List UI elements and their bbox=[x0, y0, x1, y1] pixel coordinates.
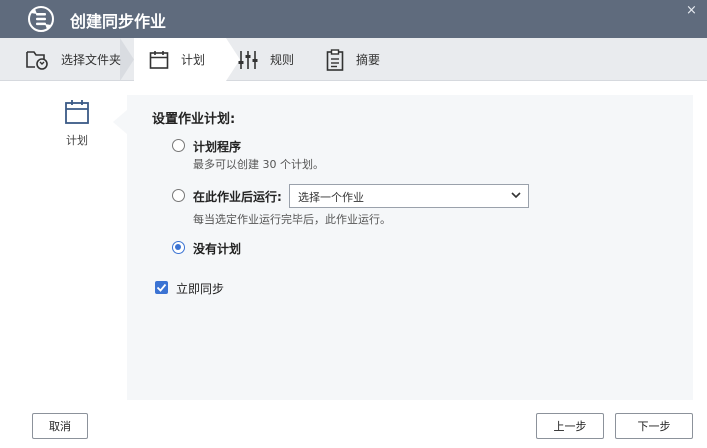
step-schedule: 计划 bbox=[149, 38, 205, 81]
folder-sync-icon bbox=[26, 50, 48, 70]
side-nav-label: 计划 bbox=[66, 134, 88, 147]
scheduler-hint: 最多可以创建 30 个计划。 bbox=[193, 158, 324, 171]
title-bar: 创建同步作业 × bbox=[0, 0, 707, 38]
run-after-job-hint: 每当选定作业运行完毕后，此作业运行。 bbox=[193, 213, 391, 226]
step-rules: 规则 bbox=[238, 38, 294, 81]
clipboard-icon bbox=[326, 48, 344, 71]
run-after-job-label: 在此作业后运行: bbox=[193, 190, 282, 204]
prev-button[interactable]: 上一步 bbox=[536, 413, 604, 439]
panel-pointer bbox=[113, 110, 127, 134]
run-after-job-radio[interactable] bbox=[172, 189, 185, 202]
sync-now-checkbox[interactable] bbox=[155, 281, 168, 294]
step-label: 选择文件夹 bbox=[61, 53, 122, 67]
sync-app-icon bbox=[28, 6, 54, 32]
sliders-icon bbox=[238, 50, 258, 69]
window-title: 创建同步作业 bbox=[70, 12, 167, 31]
sync-now-label: 立即同步 bbox=[176, 282, 225, 296]
next-button[interactable]: 下一步 bbox=[615, 413, 693, 439]
section-title: 设置作业计划: bbox=[152, 112, 236, 127]
calendar-icon bbox=[65, 100, 89, 124]
step-label: 规则 bbox=[270, 53, 295, 67]
step-select-folder: 选择文件夹 bbox=[25, 38, 121, 81]
job-select[interactable]: 选择一个作业 bbox=[289, 184, 529, 208]
step-label: 计划 bbox=[181, 53, 206, 67]
checkmark-icon bbox=[156, 283, 167, 292]
no-schedule-label: 没有计划 bbox=[193, 242, 242, 256]
cancel-button[interactable]: 取消 bbox=[32, 413, 88, 439]
step-label: 摘要 bbox=[356, 53, 381, 67]
step-summary: 摘要 bbox=[326, 38, 380, 81]
step-separator-icon bbox=[120, 38, 134, 81]
no-schedule-radio[interactable] bbox=[172, 241, 185, 254]
wizard-steps: 选择文件夹 计划 规则 摘要 bbox=[0, 38, 707, 81]
chevron-down-icon bbox=[511, 192, 521, 199]
calendar-icon bbox=[149, 50, 169, 69]
close-icon[interactable]: × bbox=[686, 3, 697, 18]
scheduler-radio[interactable] bbox=[172, 139, 185, 152]
scheduler-label: 计划程序 bbox=[193, 140, 242, 154]
job-select-value: 选择一个作业 bbox=[298, 191, 364, 204]
